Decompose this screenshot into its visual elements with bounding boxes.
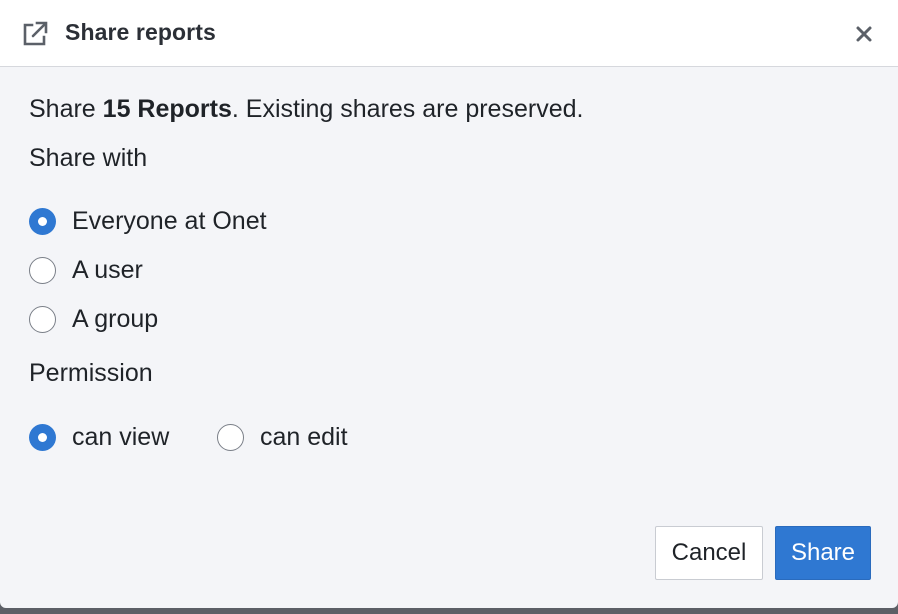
share-button[interactable]: Share (775, 526, 871, 580)
radio-button-selected[interactable] (29, 208, 56, 235)
radio-label-can-view: can view (72, 423, 170, 451)
radio-user[interactable]: A user (29, 256, 143, 285)
radio-can-view[interactable]: can view (29, 423, 169, 452)
dialog-header: Share reports (0, 0, 898, 67)
share-reports-dialog: Share reports Share 15 Reports. Existing… (0, 0, 898, 608)
summary-prefix: Share (29, 95, 103, 123)
radio-label-everyone: Everyone at Onet (72, 207, 267, 235)
radio-button-selected[interactable] (29, 424, 56, 451)
share-with-label: Share with (29, 144, 148, 172)
radio-can-edit[interactable]: can edit (217, 423, 348, 452)
external-link-icon (23, 21, 48, 46)
radio-label-group: A group (72, 305, 159, 333)
dialog-title: Share reports (65, 19, 216, 45)
radio-button[interactable] (29, 306, 56, 333)
radio-everyone[interactable]: Everyone at Onet (29, 207, 267, 236)
permission-label: Permission (29, 359, 153, 387)
radio-label-user: A user (72, 256, 143, 284)
radio-button[interactable] (217, 424, 244, 451)
cancel-button[interactable]: Cancel (655, 526, 763, 580)
close-icon[interactable] (852, 22, 876, 46)
report-count: 15 Reports (102, 95, 232, 123)
share-summary: Share 15 Reports. Existing shares are pr… (29, 95, 583, 124)
radio-label-can-edit: can edit (260, 423, 348, 451)
summary-suffix: . Existing shares are preserved. (231, 95, 584, 123)
radio-button[interactable] (29, 257, 56, 284)
radio-group[interactable]: A group (29, 305, 158, 334)
